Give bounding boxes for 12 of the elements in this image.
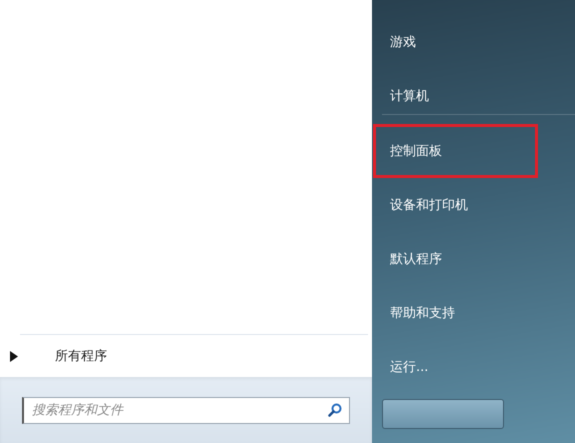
menu-item[interactable]: 计算机 [373,69,538,123]
menu-item[interactable]: 设备和打印机 [373,178,538,232]
menu-item[interactable]: 运行... [373,340,538,394]
search-icon[interactable] [328,402,342,416]
menu-item[interactable]: 默认程序 [373,232,538,286]
menu-item[interactable]: 控制面板 [373,124,538,178]
search-field[interactable]: 搜索程序和文件 [22,396,350,424]
shutdown-button[interactable] [382,399,504,429]
expand-arrow-icon [10,350,18,362]
all-programs-item[interactable]: 所有程序 [55,347,107,365]
menu-item[interactable]: 帮助和支持 [373,286,538,340]
menu-item[interactable]: 游戏 [373,15,538,69]
